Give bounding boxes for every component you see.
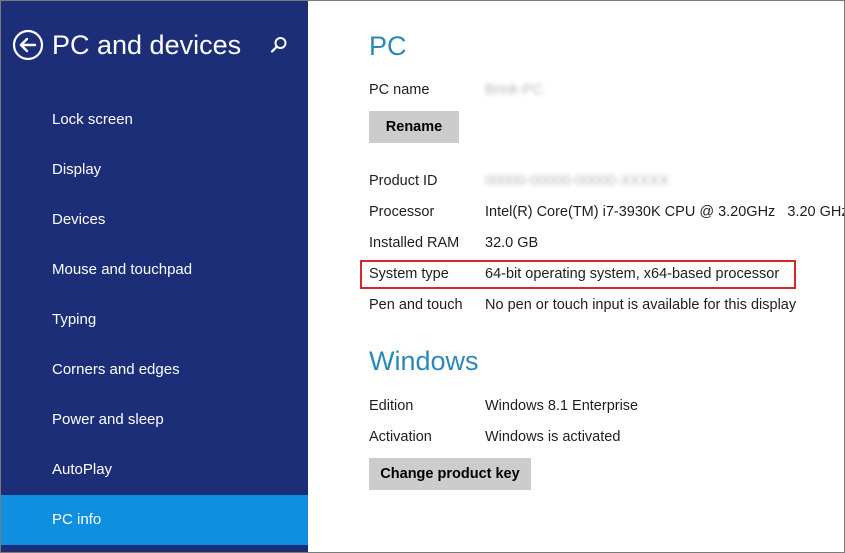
installed-ram-label: Installed RAM <box>369 235 460 251</box>
change-product-key-button[interactable]: Change product key <box>369 458 531 490</box>
pc-name-label: PC name <box>369 82 430 98</box>
product-id-label: Product ID <box>369 173 438 189</box>
system-type-label: System type <box>369 266 449 282</box>
edition-label: Edition <box>369 398 414 414</box>
edition-value: Windows 8.1 Enterprise <box>485 398 639 414</box>
main-content: PC PC name Brink-PC Rename Product ID 00… <box>308 1 845 552</box>
sidebar: PC and devices Lock screen Display Devic… <box>1 1 308 552</box>
back-arrow-circle-icon[interactable] <box>12 29 44 61</box>
page-title: PC and devices <box>52 30 242 60</box>
sidebar-item-mouse-and-touchpad[interactable]: Mouse and touchpad <box>1 245 308 295</box>
sidebar-item-display[interactable]: Display <box>1 145 308 195</box>
processor-label: Processor <box>369 204 435 220</box>
settings-window: PC and devices Lock screen Display Devic… <box>0 0 845 553</box>
pen-and-touch-value: No pen or touch input is available for t… <box>485 297 797 313</box>
sidebar-item-pc-info[interactable]: PC info <box>1 495 308 545</box>
pen-and-touch-label: Pen and touch <box>369 297 463 313</box>
sidebar-item-autoplay[interactable]: AutoPlay <box>1 445 308 495</box>
sidebar-item-lock-screen[interactable]: Lock screen <box>1 95 308 145</box>
search-icon[interactable] <box>269 35 289 55</box>
windows-section-title: Windows <box>369 346 479 376</box>
activation-label: Activation <box>369 429 432 445</box>
sidebar-item-devices[interactable]: Devices <box>1 195 308 245</box>
sidebar-item-power-and-sleep[interactable]: Power and sleep <box>1 395 308 445</box>
rename-button[interactable]: Rename <box>369 111 459 143</box>
installed-ram-value: 32.0 GB <box>485 235 539 251</box>
product-id-value: 00000-00000-00000-XXXXX <box>485 173 669 189</box>
sidebar-item-corners-and-edges[interactable]: Corners and edges <box>1 345 308 395</box>
pc-name-value: Brink-PC <box>485 82 544 98</box>
pc-section-title: PC <box>369 31 407 61</box>
sidebar-nav: Lock screen Display Devices Mouse and to… <box>1 95 308 545</box>
activation-value: Windows is activated <box>485 429 621 445</box>
sidebar-item-typing[interactable]: Typing <box>1 295 308 345</box>
system-type-value: 64-bit operating system, x64-based proce… <box>485 266 780 282</box>
processor-value: Intel(R) Core(TM) i7-3930K CPU @ 3.20GHz… <box>485 204 845 220</box>
